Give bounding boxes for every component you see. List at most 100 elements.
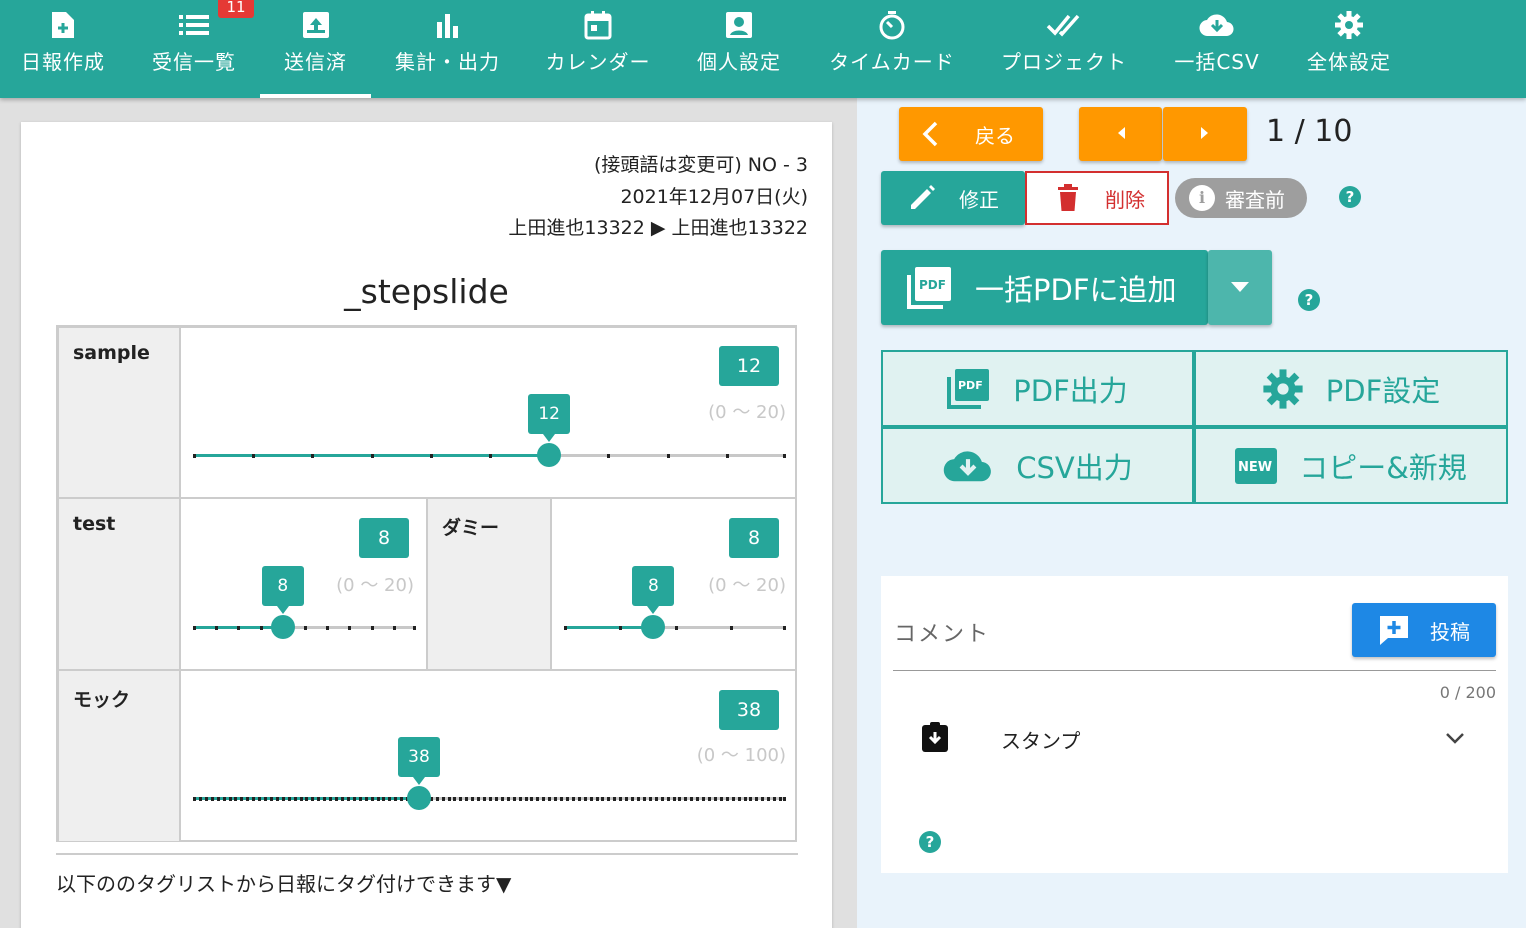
nav-create-report[interactable]: 日報作成: [0, 0, 126, 98]
caret-down-icon: [1230, 278, 1250, 297]
comment-input[interactable]: コメント: [894, 616, 990, 648]
pdf-output-button[interactable]: PDF PDF出力: [881, 350, 1194, 427]
help-icon[interactable]: ?: [1298, 289, 1320, 311]
bar-chart-icon: [385, 8, 510, 42]
slider-tick: [222, 796, 226, 801]
slider-tick: [311, 453, 315, 458]
nav-sent[interactable]: 送信済: [260, 0, 371, 98]
page-counter: 1 / 10: [1266, 114, 1353, 149]
svg-text:NEW: NEW: [1238, 460, 1272, 475]
field-grid: sample 12 (0 〜 20) 12 test 8 (0 〜 20) 8 …: [56, 325, 797, 842]
comment-card: コメント 投稿 0 / 200 スタンプ ?: [881, 576, 1508, 873]
slider-tick: [783, 625, 786, 630]
bulk-pdf-dropdown[interactable]: [1208, 250, 1272, 325]
nav-global-settings[interactable]: 全体設定: [1302, 0, 1396, 98]
nav-personal-settings[interactable]: 個人設定: [688, 0, 790, 98]
double-check-icon: [997, 8, 1131, 42]
nav-inbox[interactable]: 受信一覧 11: [130, 0, 258, 98]
slider-tick: [465, 796, 469, 801]
report-route: 上田進也13322 ▶ 上田進也13322: [508, 217, 808, 239]
cloud-download-icon: [942, 448, 994, 484]
slider-tick: [577, 796, 581, 801]
slider-tick: [494, 796, 498, 801]
value-box: 38: [719, 690, 779, 730]
edit-button[interactable]: 修正: [881, 171, 1025, 225]
field-value-cell: 8 (0 〜 20) 8: [180, 498, 427, 670]
slider-thumb[interactable]: [406, 786, 431, 810]
slider-tick: [193, 625, 196, 630]
pencil-icon: [907, 183, 937, 213]
chevron-left-icon: [921, 120, 939, 148]
next-report-button[interactable]: [1163, 107, 1247, 161]
trash-icon: [1057, 184, 1079, 212]
caret-right-icon: [1200, 125, 1210, 144]
slider-tick: [252, 796, 256, 801]
nav-calendar[interactable]: カレンダー: [536, 0, 660, 98]
slider-tick: [394, 796, 398, 801]
bulk-pdf-button[interactable]: PDF 一括PDFに追加: [881, 250, 1208, 325]
slider-tick: [755, 796, 759, 801]
report-sheet: (接頭語は変更可) NO - 3 2021年12月07日(火) 上田進也1332…: [21, 122, 832, 928]
slider-tick: [637, 796, 640, 801]
slider-tick: [749, 796, 753, 801]
slider-tick: [240, 796, 244, 801]
step-slider[interactable]: 12: [193, 394, 786, 467]
slider-thumb[interactable]: [641, 615, 666, 639]
slider-tick: [447, 796, 451, 801]
post-comment-button[interactable]: 投稿: [1352, 603, 1496, 657]
slider-tick: [370, 625, 374, 630]
slider-tick: [204, 796, 208, 801]
slider-thumb[interactable]: [537, 443, 562, 467]
slider-thumb[interactable]: [270, 615, 295, 639]
slider-tick: [571, 796, 575, 801]
slider-tick: [228, 796, 232, 801]
slider-tick: [565, 796, 569, 801]
nav-timecard[interactable]: タイムカード: [825, 0, 959, 98]
slider-tick: [193, 453, 196, 458]
pdf-settings-button[interactable]: PDF設定: [1194, 350, 1508, 427]
slider-tick: [619, 796, 623, 801]
slider-tick: [767, 796, 771, 801]
slider-tick: [702, 796, 706, 801]
back-button[interactable]: 戻る: [899, 107, 1043, 161]
slider-tick: [193, 796, 196, 801]
copy-new-button[interactable]: NEW コピー&新規: [1194, 427, 1508, 504]
value-box: 12: [719, 346, 779, 386]
csv-output-button[interactable]: CSV出力: [881, 427, 1194, 504]
nav-bulk-csv[interactable]: 一括CSV: [1170, 0, 1264, 98]
slider-tick: [483, 796, 487, 801]
pdf-file-icon: PDF: [907, 266, 953, 309]
field-value-cell: 12 (0 〜 20) 12: [180, 327, 797, 498]
step-slider[interactable]: 8: [193, 566, 416, 639]
slider-tick: [595, 796, 599, 801]
help-icon[interactable]: ?: [1339, 186, 1361, 208]
help-icon[interactable]: ?: [919, 831, 941, 853]
field-label-cell: test: [58, 498, 180, 670]
slider-tick: [725, 453, 729, 458]
slider-tick: [376, 796, 380, 801]
slider-tick: [281, 796, 285, 801]
char-counter: 0 / 200: [1439, 683, 1496, 702]
field-label-cell: sample: [58, 327, 180, 498]
slider-tick: [352, 796, 356, 801]
slider-tick: [305, 796, 309, 801]
add-box-icon: [1378, 614, 1410, 646]
stamp-selector[interactable]: スタンプ: [919, 718, 1479, 758]
slider-tick: [601, 796, 605, 801]
slider-tick: [690, 796, 694, 801]
prev-report-button[interactable]: [1079, 107, 1162, 161]
slider-tick: [613, 796, 617, 801]
slider-tick: [489, 453, 492, 458]
slider-tick: [346, 796, 350, 801]
delete-button[interactable]: 削除: [1025, 171, 1169, 225]
outbox-icon: [260, 8, 371, 42]
value-box: 8: [729, 518, 779, 558]
slider-tick: [583, 796, 587, 801]
divider: [56, 853, 798, 855]
step-slider[interactable]: 8: [564, 566, 786, 639]
slider-tick: [252, 453, 256, 458]
nav-aggregate[interactable]: 集計・出力: [385, 0, 510, 98]
step-slider[interactable]: 38: [193, 737, 786, 810]
slider-tick: [216, 796, 220, 801]
nav-project[interactable]: プロジェクト: [997, 0, 1131, 98]
